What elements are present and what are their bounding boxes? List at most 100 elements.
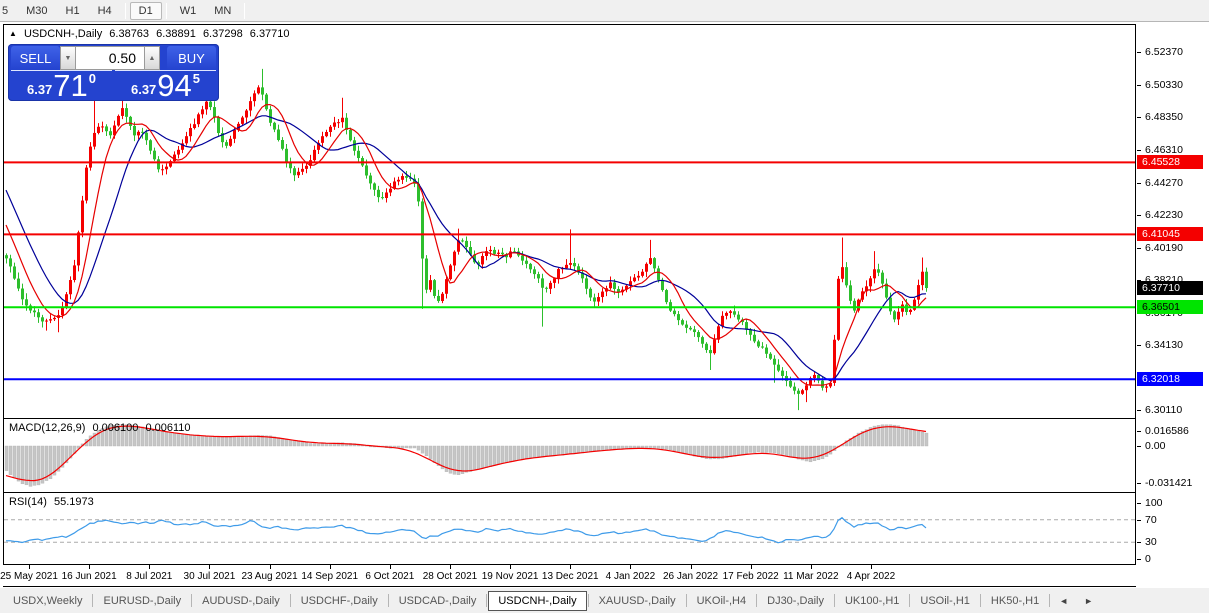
lot-increase-button[interactable]: ▲ (144, 46, 160, 70)
arrow-down-icon: ▼ (65, 55, 72, 62)
price-axis-tick (1137, 183, 1141, 184)
chart-tab-usdchf-daily[interactable]: USDCHF-,Daily (292, 591, 387, 611)
price-axis-tick (1137, 52, 1141, 53)
date-axis-tick (811, 565, 812, 569)
indicator-axis-tick-label: -0.031421 (1145, 477, 1192, 489)
date-axis-tick (29, 565, 30, 569)
chart-tab-xauusd-daily[interactable]: XAUUSD-,Daily (590, 591, 685, 611)
tab-separator (834, 594, 835, 607)
timeframe-toolbar: 5M30H1H4 D1 W1MN (0, 0, 1209, 22)
date-axis-tick (570, 565, 571, 569)
chart-tab-usdcad-daily[interactable]: USDCAD-,Daily (390, 591, 486, 611)
hline-price-badge: 6.32018 (1137, 372, 1203, 386)
date-axis-label: 6 Oct 2021 (365, 571, 414, 582)
one-click-trade-panel: SELL ▼ ▲ BUY 6.37 71 0 6.37 94 5 (8, 44, 219, 101)
toolbar-separator (244, 3, 245, 19)
date-axis-tick (270, 565, 271, 569)
date-axis-tick (390, 565, 391, 569)
tab-separator (686, 594, 687, 607)
tab-separator (290, 594, 291, 607)
tab-scroll-right-button[interactable]: ► (1076, 594, 1101, 608)
timeframe-button-h1[interactable]: H1 (57, 2, 89, 20)
date-axis-label: 13 Dec 2021 (542, 571, 599, 582)
sell-price-prefix: 6.37 (27, 82, 52, 97)
timeframe-button-m30[interactable]: M30 (17, 2, 56, 20)
price-axis-tick (1137, 410, 1141, 411)
indicator-axis-tick (1137, 542, 1141, 543)
lot-size-input[interactable] (76, 46, 144, 70)
buy-price[interactable]: 6.37 94 5 (115, 70, 216, 100)
chart-collapse-icon[interactable]: ▲ (9, 29, 17, 38)
buy-button[interactable]: BUY (167, 46, 216, 70)
timeframe-button-d1[interactable]: D1 (130, 2, 162, 20)
date-axis-label: 4 Jan 2022 (606, 571, 656, 582)
date-axis-tick (871, 565, 872, 569)
chart-tab-dj30-daily[interactable]: DJ30-,Daily (758, 591, 833, 611)
timeframe-button-w1[interactable]: W1 (171, 2, 206, 20)
date-axis-label: 17 Feb 2022 (723, 571, 779, 582)
buy-price-big: 94 (157, 72, 191, 99)
tab-separator (980, 594, 981, 607)
price-axis-tick (1137, 248, 1141, 249)
chart-tab-ukoil-h4[interactable]: UKOil-,H4 (688, 591, 756, 611)
indicator-axis-tick-label: 70 (1145, 514, 1157, 526)
date-axis-label: 14 Sep 2021 (301, 571, 358, 582)
date-axis-tick (330, 565, 331, 569)
sell-button[interactable]: SELL (11, 46, 60, 70)
date-axis-tick (510, 565, 511, 569)
price-axis-tick-label: 6.34130 (1145, 339, 1183, 351)
timeframe-button-h4[interactable]: H4 (89, 2, 121, 20)
date-axis-label: 25 May 2021 (0, 571, 58, 582)
macd-panel[interactable]: MACD(12,26,9) 0.006100 0.006110 (3, 418, 1136, 493)
toolbar-separator (125, 3, 126, 19)
indicator-axis-tick (1137, 431, 1141, 432)
chart-symbol-label: USDCNH-,Daily (24, 28, 102, 40)
tab-separator (486, 594, 487, 607)
date-axis-tick (89, 565, 90, 569)
tab-scroll-left-button[interactable]: ◄ (1051, 594, 1076, 608)
rsi-label: RSI(14) 55.1973 (9, 496, 98, 508)
date-axis-label: 16 Jun 2021 (62, 571, 117, 582)
chart-tab-usdx-weekly[interactable]: USDX,Weekly (4, 591, 91, 611)
hline-price-badge: 6.36501 (1137, 300, 1203, 314)
price-axis-tick (1137, 150, 1141, 151)
price-axis[interactable]: 6.523706.503306.483506.463106.442706.422… (1137, 24, 1209, 565)
tab-separator (388, 594, 389, 607)
date-axis-tick (450, 565, 451, 569)
macd-signal-value: 0.006110 (145, 422, 190, 434)
timeframe-button-5[interactable]: 5 (0, 2, 17, 20)
lot-decrease-button[interactable]: ▼ (60, 46, 76, 70)
date-axis-tick (209, 565, 210, 569)
chart-tab-audusd-daily[interactable]: AUDUSD-,Daily (193, 591, 289, 611)
price-axis-tick-label: 6.42230 (1145, 209, 1183, 221)
chart-tab-uk100-h1[interactable]: UK100-,H1 (836, 591, 908, 611)
rsi-indicator-name: RSI(14) (9, 496, 47, 508)
sell-price[interactable]: 6.37 71 0 (11, 70, 112, 100)
date-axis-label: 4 Apr 2022 (847, 571, 895, 582)
toolbar-separator (166, 3, 167, 19)
chart-tab-usdcnh-daily[interactable]: USDCNH-,Daily (488, 591, 586, 611)
hline-price-badge: 6.45528 (1137, 155, 1203, 169)
date-axis-label: 23 Aug 2021 (241, 571, 297, 582)
indicator-axis-tick-label: 0 (1145, 553, 1151, 565)
current-price-badge: 6.37710 (1137, 281, 1203, 295)
chart-tab-usoil-h1[interactable]: USOil-,H1 (911, 591, 979, 611)
date-axis-tick (630, 565, 631, 569)
price-axis-tick (1137, 117, 1141, 118)
date-axis-tick (691, 565, 692, 569)
price-axis-tick-label: 6.48350 (1145, 111, 1183, 123)
chart-header: ▲ USDCNH-,Daily 6.38763 6.38891 6.37298 … (9, 28, 294, 40)
date-axis[interactable]: 25 May 202116 Jun 20218 Jul 202130 Jul 2… (3, 565, 1136, 587)
hline-price-badge: 6.41045 (1137, 227, 1203, 241)
buy-price-prefix: 6.37 (131, 82, 156, 97)
sell-price-big: 71 (53, 72, 87, 99)
ohlc-close: 6.37710 (250, 28, 290, 40)
symbol-tab-bar: USDX,WeeklyEURUSD-,DailyAUDUSD-,DailyUSD… (0, 588, 1209, 613)
chart-tab-eurusd-daily[interactable]: EURUSD-,Daily (94, 591, 190, 611)
indicator-axis-tick-label: 0.00 (1145, 440, 1165, 452)
tab-separator (756, 594, 757, 607)
rsi-panel[interactable]: RSI(14) 55.1973 (3, 492, 1136, 565)
chart-tab-hk50-h1[interactable]: HK50-,H1 (982, 591, 1048, 611)
timeframe-button-mn[interactable]: MN (205, 2, 240, 20)
indicator-axis-tick (1137, 446, 1141, 447)
